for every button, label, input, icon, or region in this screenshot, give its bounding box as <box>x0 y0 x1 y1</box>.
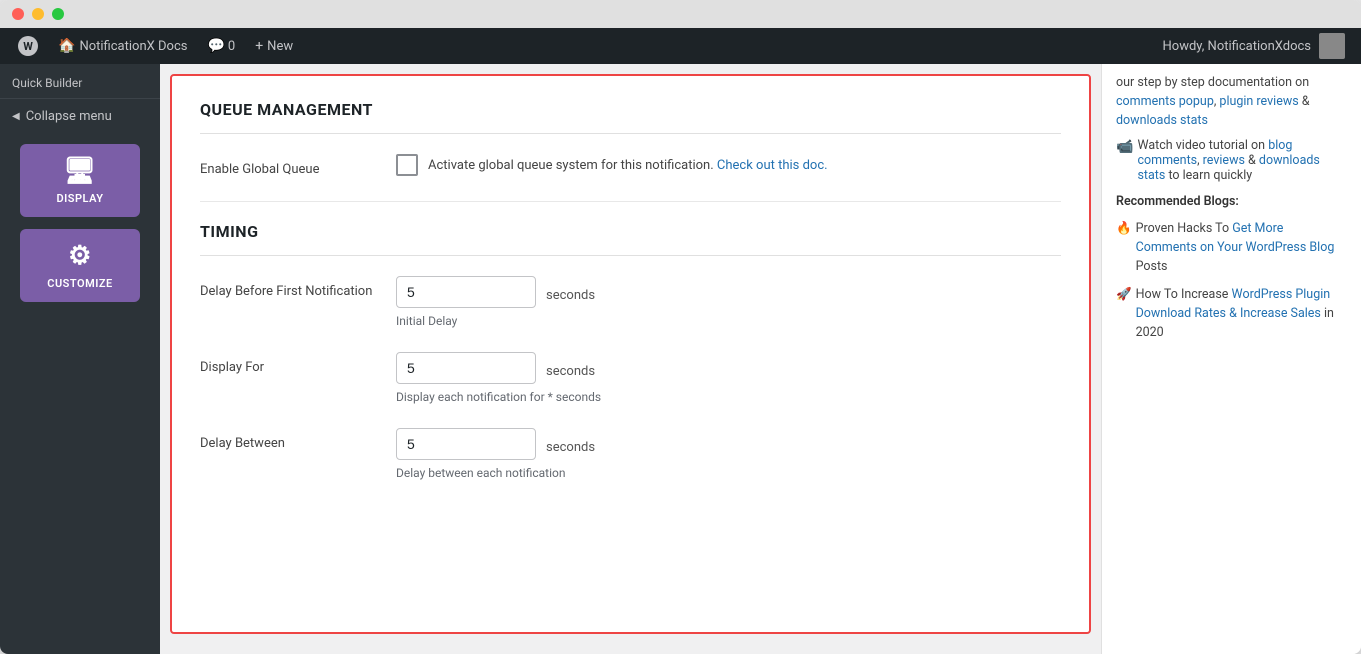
wp-admin-bar: W 🏠 NotificationX Docs 💬 0 + New Howdy, … <box>0 28 1361 64</box>
comment-icon: 💬 <box>207 38 224 54</box>
customize-icon: ⚙ <box>68 241 92 271</box>
delay-before-hint: Initial Delay <box>396 314 595 328</box>
display-label: DISPLAY <box>56 192 103 205</box>
window: W 🏠 NotificationX Docs 💬 0 + New Howdy, … <box>0 0 1361 654</box>
site-name-item[interactable]: 🏠 NotificationX Docs <box>48 28 197 64</box>
delay-before-input[interactable] <box>396 276 536 308</box>
admin-bar-right: Howdy, NotificationXdocs <box>1155 33 1353 59</box>
display-for-label: Display For <box>200 352 380 375</box>
customize-label: CUSTOMIZE <box>47 277 112 290</box>
maximize-button[interactable] <box>52 8 64 20</box>
enable-global-queue-checkbox[interactable] <box>396 154 418 176</box>
timing-section-title: TIMING <box>200 222 1061 256</box>
quick-builder-label: Quick Builder <box>0 68 160 99</box>
delay-between-unit: seconds <box>546 434 595 455</box>
wp-logo-icon: W <box>18 36 38 56</box>
comments-popup-link[interactable]: comments popup <box>1116 94 1214 109</box>
intro-text: our step by step documentation on commen… <box>1116 74 1347 130</box>
fire-icon: 🔥 <box>1116 220 1132 239</box>
new-label: New <box>267 39 293 54</box>
video-icon: 📹 <box>1116 139 1133 155</box>
plus-icon: + <box>255 38 263 54</box>
right-sidebar: our step by step documentation on commen… <box>1101 64 1361 654</box>
delay-before-row: Delay Before First Notification seconds … <box>200 276 1061 328</box>
collapse-arrow-icon: ◀ <box>12 111 20 122</box>
comments-count: 0 <box>228 39 235 54</box>
recommended-heading: Recommended Blogs: <box>1116 193 1347 212</box>
reviews-link[interactable]: reviews <box>1203 153 1245 168</box>
display-for-inline: seconds <box>396 352 601 384</box>
sidebar: Quick Builder ◀ Collapse menu 🖥 DISPLAY … <box>0 64 160 654</box>
enable-global-queue-input-wrap: Activate global queue system for this no… <box>396 154 828 176</box>
minimize-button[interactable] <box>32 8 44 20</box>
rocket-icon: 🚀 <box>1116 286 1132 305</box>
comment-bubble: 💬 0 <box>207 38 235 54</box>
delay-before-inline: seconds <box>396 276 595 308</box>
delay-between-inline: seconds <box>396 428 595 460</box>
delay-before-label: Delay Before First Notification <box>200 276 380 299</box>
title-bar <box>0 0 1361 28</box>
sidebar-item-display[interactable]: 🖥 DISPLAY <box>20 144 140 217</box>
close-button[interactable] <box>12 8 24 20</box>
avatar <box>1319 33 1345 59</box>
enable-global-queue-text: Activate global queue system for this no… <box>428 158 828 173</box>
plugin-reviews-link[interactable]: plugin reviews <box>1219 94 1298 109</box>
layout: Quick Builder ◀ Collapse menu 🖥 DISPLAY … <box>0 64 1361 654</box>
sidebar-item-customize[interactable]: ⚙ CUSTOMIZE <box>20 229 140 302</box>
delay-between-row: Delay Between seconds Delay between each… <box>200 428 1061 480</box>
form-panel: QUEUE MANAGEMENT Enable Global Queue Act… <box>170 74 1091 634</box>
site-name-label: NotificationX Docs <box>79 39 187 54</box>
queue-section-title: QUEUE MANAGEMENT <box>200 100 1061 134</box>
display-for-input-wrap: seconds Display each notification for * … <box>396 352 601 404</box>
delay-between-input[interactable] <box>396 428 536 460</box>
form-area: QUEUE MANAGEMENT Enable Global Queue Act… <box>160 64 1101 654</box>
display-for-hint: Display each notification for * seconds <box>396 390 601 404</box>
display-for-unit: seconds <box>546 358 595 379</box>
home-icon: 🏠 <box>58 38 75 54</box>
blog-item-1: 🔥 Proven Hacks To Get More Comments on Y… <box>1116 220 1347 276</box>
delay-between-hint: Delay between each notification <box>396 466 595 480</box>
main-content: QUEUE MANAGEMENT Enable Global Queue Act… <box>160 64 1361 654</box>
comments-item[interactable]: 💬 0 <box>197 28 245 64</box>
blog-item-2: 🚀 How To Increase WordPress Plugin Downl… <box>1116 286 1347 342</box>
enable-global-queue-row: Enable Global Queue Activate global queu… <box>200 154 1061 177</box>
display-icon: 🖥 <box>63 156 97 186</box>
delay-before-unit: seconds <box>546 282 595 303</box>
section-divider <box>200 201 1061 202</box>
check-out-doc-link[interactable]: Check out this doc. <box>717 158 828 173</box>
collapse-menu-label: Collapse menu <box>26 109 112 124</box>
delay-between-input-wrap: seconds Delay between each notification <box>396 428 595 480</box>
new-item[interactable]: + New <box>245 28 303 64</box>
delay-between-label: Delay Between <box>200 428 380 451</box>
enable-global-queue-label: Enable Global Queue <box>200 154 380 177</box>
delay-before-input-wrap: seconds Initial Delay <box>396 276 595 328</box>
wp-logo-item[interactable]: W <box>8 28 48 64</box>
sidebar-nav: 🖥 DISPLAY ⚙ CUSTOMIZE <box>0 134 160 302</box>
collapse-menu-button[interactable]: ◀ Collapse menu <box>0 99 160 134</box>
display-for-input[interactable] <box>396 352 536 384</box>
video-row: 📹 Watch video tutorial on blog comments,… <box>1116 138 1347 183</box>
enable-global-queue-inline: Activate global queue system for this no… <box>396 154 828 176</box>
display-for-row: Display For seconds Display each notific… <box>200 352 1061 404</box>
howdy-text: Howdy, NotificationXdocs <box>1155 39 1319 54</box>
downloads-stats-link[interactable]: downloads stats <box>1116 113 1208 128</box>
